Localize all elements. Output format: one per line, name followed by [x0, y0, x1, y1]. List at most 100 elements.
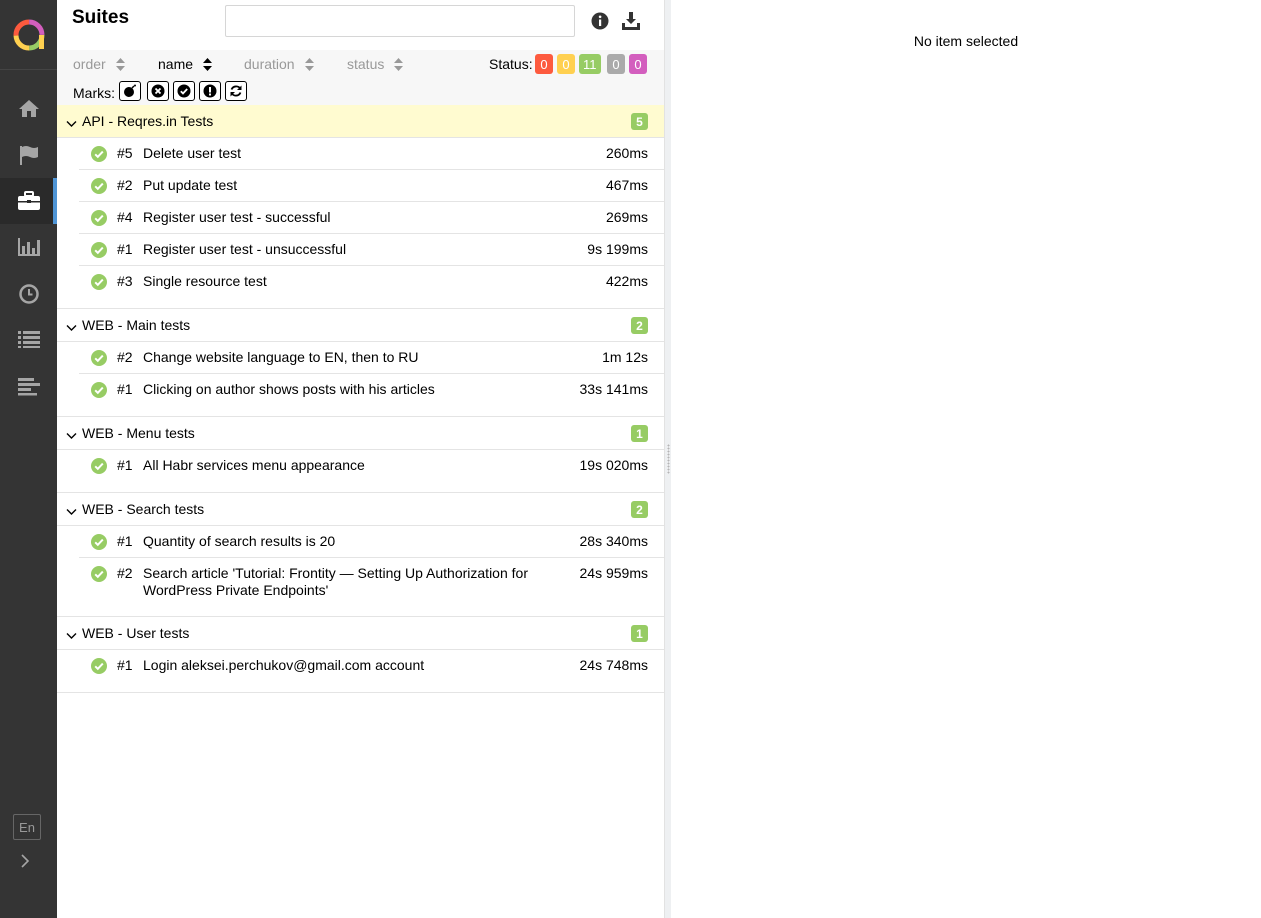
passed-status-icon — [91, 146, 107, 162]
mark-new-broken-toggle[interactable] — [199, 81, 221, 101]
list-icon — [17, 331, 40, 348]
passed-status-icon — [91, 382, 107, 398]
nav-categories[interactable] — [0, 132, 57, 178]
search-input[interactable] — [225, 5, 575, 37]
sort-icon — [304, 57, 314, 71]
test-row[interactable]: #1 Login aleksei.perchukov@gmail.com acco… — [79, 650, 664, 682]
test-row[interactable]: #4 Register user test - successful 269ms — [79, 202, 664, 234]
nav-graphs[interactable] — [0, 224, 57, 270]
collapse-sidebar-button[interactable] — [14, 850, 36, 872]
suite-group: WEB - Main tests 2 #2 Change website langua… — [57, 309, 664, 417]
status-skipped-toggle[interactable]: 0 — [607, 54, 625, 74]
allure-logo[interactable] — [0, 0, 57, 70]
download-icon — [622, 12, 640, 30]
download-button[interactable] — [621, 11, 641, 31]
test-duration: 19s 020ms — [579, 457, 648, 473]
sort-by-duration[interactable]: duration — [244, 56, 314, 72]
suite-group-header[interactable]: WEB - Search tests 2 — [57, 493, 664, 526]
home-icon — [18, 100, 39, 117]
suite-group: WEB - Search tests 2 #1 Quantity of search … — [57, 493, 664, 617]
chevron-down-icon — [66, 633, 77, 639]
test-number: #4 — [117, 209, 133, 225]
mark-flaky-toggle[interactable] — [119, 81, 141, 101]
sort-by-name[interactable]: name — [158, 56, 213, 72]
test-row[interactable]: #1 Quantity of search results is 20 28s 34… — [79, 526, 664, 558]
test-name: Search article 'Tutorial: Frontity — Set… — [143, 565, 528, 598]
nav-packages[interactable] — [0, 363, 57, 409]
test-duration: 28s 340ms — [579, 533, 648, 549]
test-number: #1 — [117, 241, 133, 257]
sort-by-order[interactable]: order — [73, 56, 125, 72]
test-duration: 422ms — [605, 273, 648, 289]
test-number: #1 — [117, 533, 133, 549]
splitter-grip[interactable] — [667, 444, 670, 474]
test-duration: 260ms — [605, 145, 648, 161]
status-unknown-toggle[interactable]: 0 — [629, 54, 647, 74]
passed-status-icon — [91, 458, 107, 474]
mark-retries-toggle[interactable] — [225, 81, 247, 101]
passed-status-icon — [91, 178, 107, 194]
marks-label: Marks: — [73, 85, 115, 101]
briefcase-icon — [17, 191, 40, 210]
suite-name: WEB - User tests — [82, 625, 190, 641]
suite-group: WEB - Menu tests 1 #1 All Habr services men… — [57, 417, 664, 493]
mark-new-passed-toggle[interactable] — [173, 81, 195, 101]
test-row[interactable]: #5 Delete user test 260ms — [79, 138, 664, 170]
suite-group-header[interactable]: WEB - User tests 1 — [57, 617, 664, 650]
suite-name: WEB - Main tests — [82, 317, 191, 333]
mark-new-failed-toggle[interactable] — [147, 81, 169, 101]
test-duration: 1m 12s — [602, 349, 648, 365]
test-row[interactable]: #2 Change website language to EN, then to… — [79, 342, 664, 374]
sort-icon — [115, 57, 125, 71]
bar-chart-icon — [17, 238, 40, 256]
pane-splitter[interactable] — [664, 0, 671, 918]
test-name: Register user test - successful — [143, 209, 331, 225]
test-number: #5 — [117, 145, 133, 161]
passed-status-icon — [91, 350, 107, 366]
status-broken-toggle[interactable]: 0 — [557, 54, 575, 74]
passed-status-icon — [91, 658, 107, 674]
suites-tree-pane: Suites order name duration status Status… — [57, 0, 664, 918]
sort-duration-label: duration — [244, 56, 295, 72]
suite-group-header[interactable]: WEB - Main tests 2 — [57, 309, 664, 342]
passed-status-icon — [91, 274, 107, 290]
bomb-icon — [124, 84, 136, 97]
test-number: #3 — [117, 273, 133, 289]
suite-group-header[interactable]: API - Reqres.in Tests 5 — [57, 105, 664, 138]
nav-timeline[interactable] — [0, 271, 57, 317]
sort-by-status[interactable]: status — [347, 56, 404, 72]
test-name: Delete user test — [143, 145, 242, 161]
test-row[interactable]: #1 Clicking on author shows posts with hi… — [79, 374, 664, 406]
chevron-right-icon — [21, 854, 30, 868]
chevron-down-icon — [66, 325, 77, 331]
info-icon — [591, 12, 609, 30]
flag-icon — [19, 146, 38, 165]
status-failed-toggle[interactable]: 0 — [535, 54, 553, 74]
test-number: #1 — [117, 381, 133, 397]
status-passed-toggle[interactable]: 11 — [579, 54, 601, 74]
suite-group-header[interactable]: WEB - Menu tests 1 — [57, 417, 664, 450]
nav-overview[interactable] — [0, 85, 57, 131]
allure-logo-icon — [13, 19, 44, 50]
sort-name-label: name — [158, 56, 194, 72]
status-filter-label: Status: — [489, 56, 533, 72]
test-number: #2 — [117, 177, 133, 193]
test-row[interactable]: #1 Register user test - unsuccessful 9s 19… — [79, 234, 664, 266]
test-row[interactable]: #1 All Habr services menu appearance 19s 0… — [79, 450, 664, 482]
nav-suites[interactable] — [0, 178, 57, 224]
language-switch[interactable]: En — [13, 814, 41, 840]
suite-passed-count: 1 — [631, 425, 648, 442]
test-number: #1 — [117, 657, 133, 673]
test-row[interactable]: #2 Search article 'Tutorial: Frontity — S… — [79, 558, 664, 606]
sort-icon — [394, 57, 404, 71]
suite-passed-count: 5 — [631, 113, 648, 130]
info-button[interactable] — [590, 11, 610, 31]
nav-behaviors[interactable] — [0, 316, 57, 362]
passed-status-icon — [91, 534, 107, 550]
test-name: All Habr services menu appearance — [143, 457, 365, 473]
test-row[interactable]: #2 Put update test 467ms — [79, 170, 664, 202]
test-name: Quantity of search results is 20 — [143, 533, 336, 549]
suite-groups: API - Reqres.in Tests 5 #5 Delete user test… — [57, 105, 664, 693]
test-number: #2 — [117, 565, 133, 581]
test-row[interactable]: #3 Single resource test 422ms — [79, 266, 664, 298]
